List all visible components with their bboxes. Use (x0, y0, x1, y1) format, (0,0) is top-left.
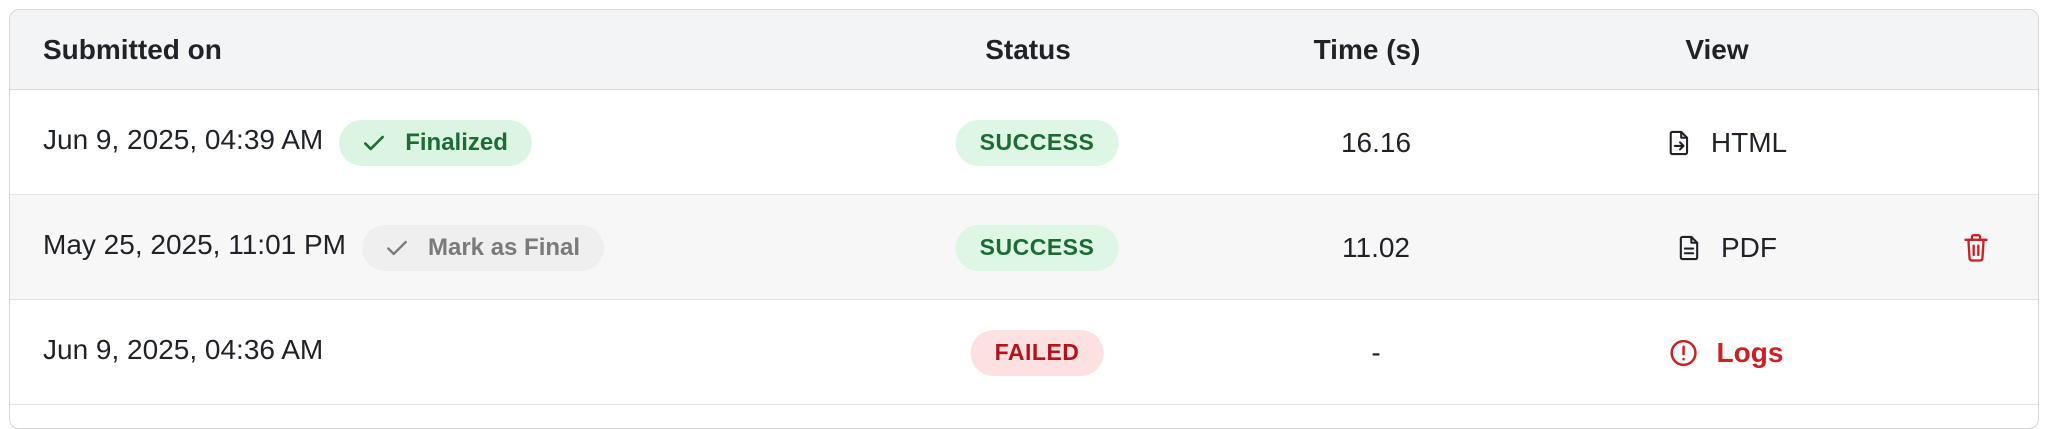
status-cell: SUCCESS (955, 195, 1119, 300)
time-cell: 16.16 (1340, 126, 1412, 158)
mark-as-final-button[interactable]: Mark as Final (362, 224, 605, 271)
submitted-cell: Jun 9, 2025, 04:36 AM (43, 300, 323, 405)
submitted-date: Jun 9, 2025, 04:36 AM (43, 333, 324, 365)
alert-circle-icon (1670, 339, 1697, 366)
view-link-label: PDF (1721, 231, 1777, 263)
status-cell: FAILED (970, 300, 1104, 405)
file-export-icon (1669, 130, 1689, 155)
column-header-status: Status (985, 34, 1071, 65)
finalized-badge: Finalized (339, 119, 532, 166)
submissions-table: Submitted on Status Time (s) View Jun 9,… (9, 9, 2039, 429)
status-cell: SUCCESS (955, 90, 1119, 195)
view-logs-link[interactable]: Logs (1669, 300, 1784, 405)
status-badge: SUCCESS (955, 224, 1119, 271)
column-header-time: Time (s) (1313, 34, 1421, 65)
finalized-label: Finalized (405, 128, 508, 156)
view-html-link[interactable]: HTML (1665, 90, 1787, 195)
table-row: Jun 9, 2025, 04:39 AM Finalized SUCCESS … (10, 90, 2038, 195)
trash-icon (1964, 233, 1988, 262)
view-pdf-link[interactable]: PDF (1675, 195, 1777, 300)
check-icon (387, 240, 407, 255)
status-badge: FAILED (970, 329, 1104, 376)
view-link-label: HTML (1710, 126, 1788, 158)
view-link-label: Logs (1716, 336, 1784, 368)
status-badge: SUCCESS (955, 119, 1119, 166)
table-row: Jun 9, 2025, 04:36 AM FAILED - Logs (10, 300, 2038, 405)
time-cell: - (1371, 336, 1381, 368)
submitted-cell: May 25, 2025, 11:01 PM Mark as Final (43, 195, 605, 300)
time-cell: 11.02 (1342, 231, 1410, 263)
mark-as-final-label: Mark as Final (428, 233, 581, 261)
submitted-date: May 25, 2025, 11:01 PM (43, 228, 346, 260)
column-header-submitted: Submitted on (43, 34, 222, 65)
delete-button[interactable] (1962, 195, 1990, 300)
table-header: Submitted on Status Time (s) View (10, 10, 2038, 90)
submitted-date: Jun 9, 2025, 04:39 AM (43, 123, 324, 155)
check-icon (364, 135, 385, 150)
submitted-cell: Jun 9, 2025, 04:39 AM Finalized (43, 90, 532, 195)
table-row: May 25, 2025, 11:01 PM Mark as Final SUC… (10, 195, 2038, 300)
column-header-view: View (1685, 34, 1749, 65)
document-icon (1679, 235, 1699, 260)
